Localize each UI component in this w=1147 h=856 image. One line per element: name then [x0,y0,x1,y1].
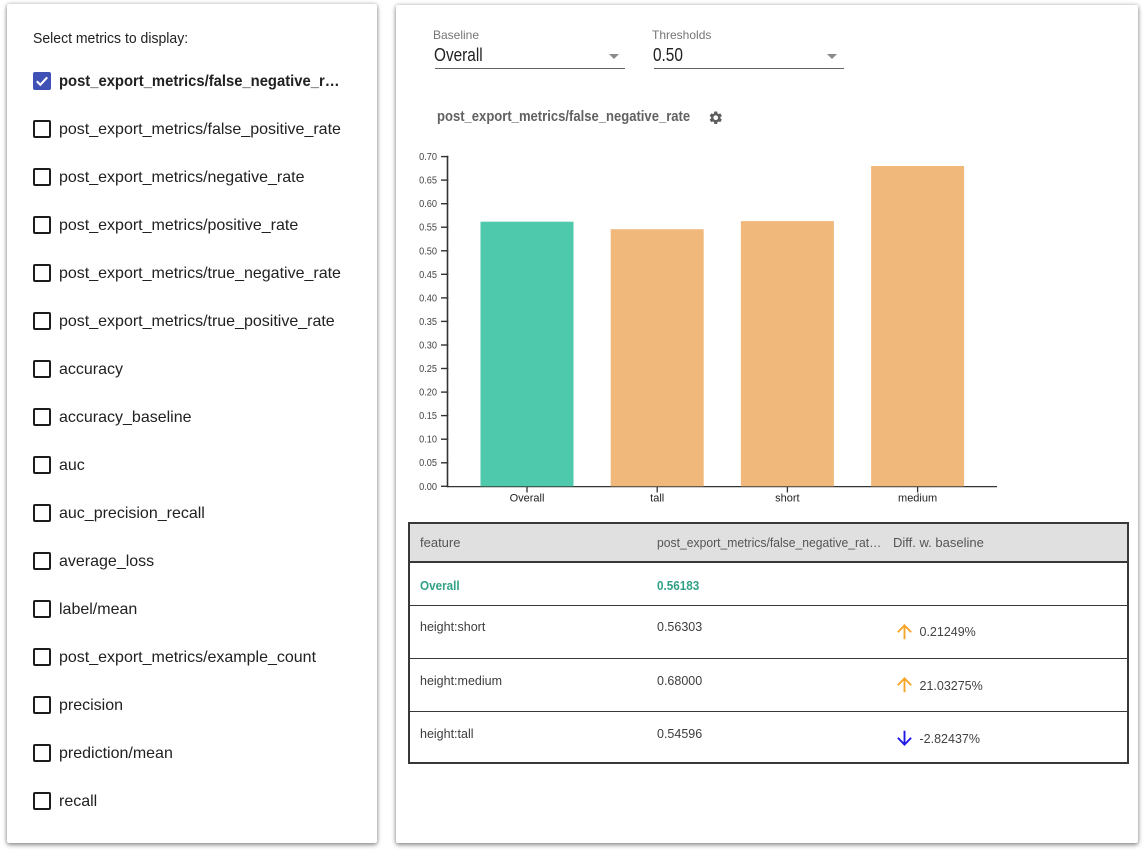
svg-text:0.25: 0.25 [419,364,437,375]
svg-text:0.30: 0.30 [419,340,437,351]
svg-text:Overall: Overall [510,493,545,505]
svg-text:0.20: 0.20 [419,387,437,398]
svg-text:short: short [775,493,799,505]
svg-text:medium: medium [898,493,937,505]
svg-text:0.05: 0.05 [419,458,437,469]
svg-text:0.65: 0.65 [419,175,437,186]
svg-text:0.40: 0.40 [419,293,437,304]
svg-text:0.35: 0.35 [419,317,437,328]
svg-text:0.45: 0.45 [419,269,437,280]
svg-text:0.50: 0.50 [419,246,437,257]
svg-text:0.70: 0.70 [419,152,437,163]
svg-text:0.55: 0.55 [419,222,437,233]
svg-text:0.15: 0.15 [419,411,437,422]
svg-text:0.00: 0.00 [419,481,437,492]
svg-text:0.10: 0.10 [419,434,437,445]
svg-text:tall: tall [650,493,664,505]
svg-text:0.60: 0.60 [419,199,437,210]
